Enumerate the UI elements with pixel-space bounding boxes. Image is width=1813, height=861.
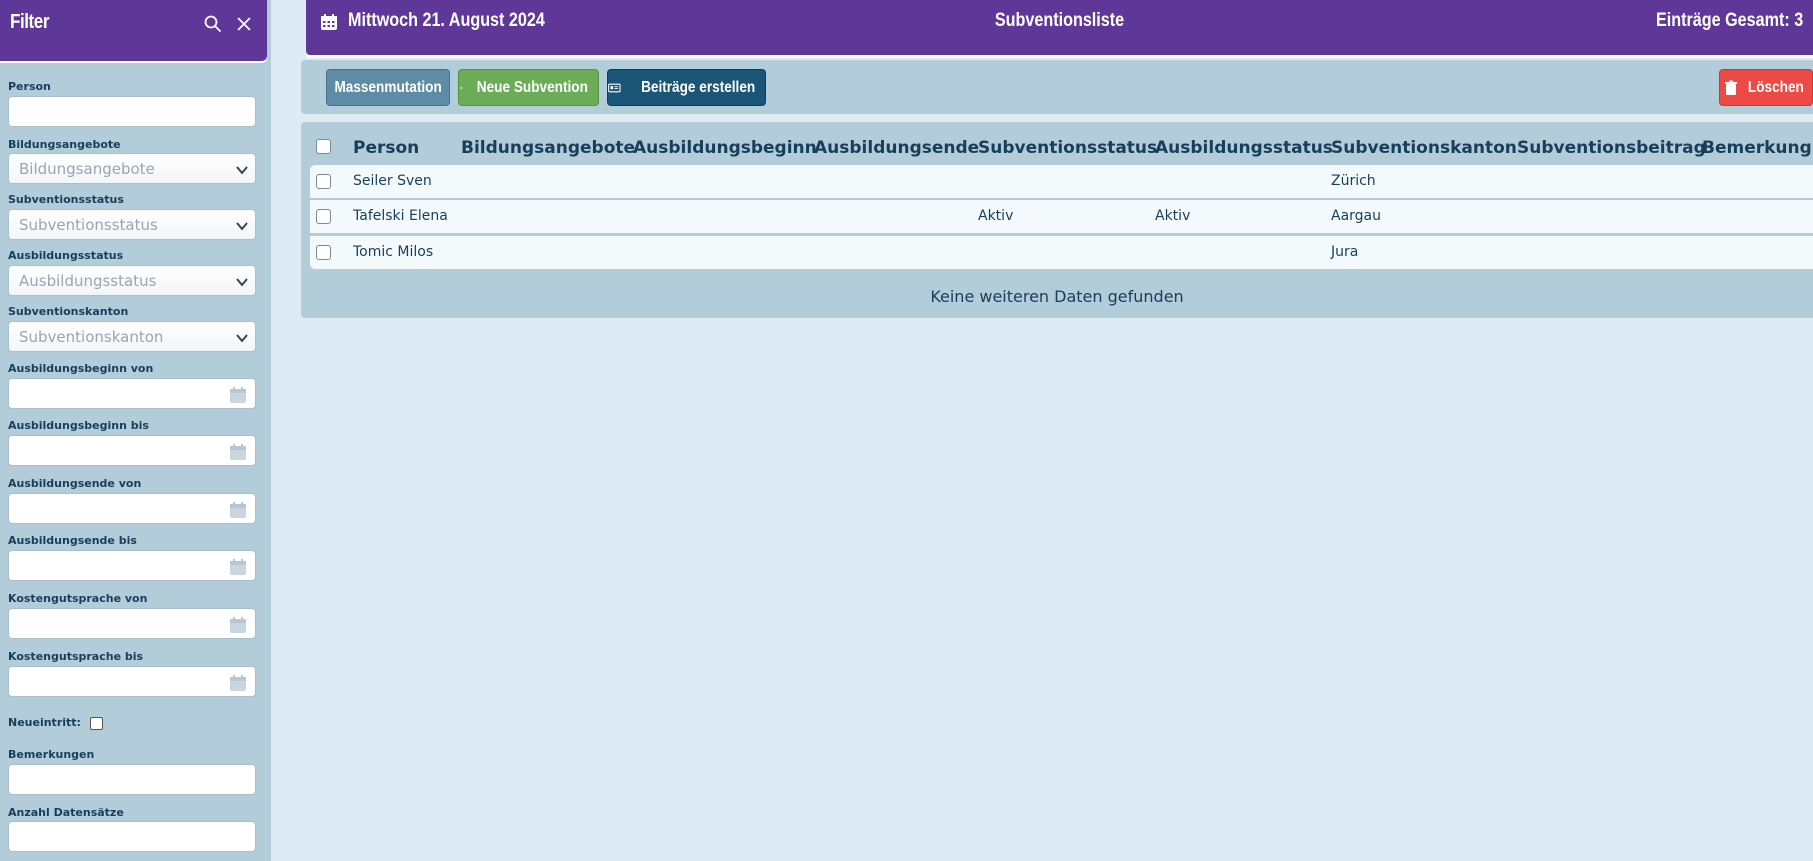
ausbildungsstatus-select[interactable]: Ausbildungsstatus [8,265,256,296]
cell-subventionskanton: Jura [1331,244,1359,260]
calendar-icon[interactable] [228,442,248,462]
cell-subventionskanton: Zürich [1331,173,1376,189]
bildungsangebote-select[interactable]: Bildungsangebote [8,153,256,184]
kostengutsprache-von-label: Kostengutsprache von [8,592,148,605]
calendar-icon[interactable] [228,615,248,635]
column-header-ausbildungsbeginn[interactable]: Ausbildungsbeginn [633,138,817,158]
kostengutsprache-bis-label: Kostengutsprache bis [8,650,144,663]
bemerkungen-input[interactable] [8,764,256,795]
page-header: Mittwoch 21. August 2024 Subventionslist… [306,0,1813,55]
no-more-data-message: Keine weiteren Daten gefunden [930,287,1184,306]
column-header-subventionsstatus[interactable]: Subventionsstatus [978,138,1157,158]
new-subvention-label: Neue Subvention [477,78,589,96]
row-checkbox[interactable] [316,174,331,189]
filter-header: Filter [0,0,267,61]
id-card-icon [608,83,621,92]
calendar-icon [321,14,337,30]
select-all-checkbox[interactable] [316,139,331,154]
entries-count: Einträge Gesamt: 3 [1655,10,1803,31]
ausbildungsstatus-placeholder: Ausbildungsstatus [19,272,157,290]
ausbildungsende-von-input[interactable] [8,493,256,524]
calendar-icon[interactable] [228,500,248,520]
delete-button[interactable]: Löschen [1719,69,1813,106]
row-checkbox[interactable] [316,245,331,260]
bemerkungen-label: Bemerkungen [8,748,95,761]
close-icon[interactable] [234,14,254,34]
subventionsstatus-label: Subventionsstatus [8,193,124,206]
subventionskanton-placeholder: Subventionskanton [19,328,164,346]
person-input[interactable] [8,96,256,127]
ausbildungsende-bis-input[interactable] [8,550,256,581]
calendar-icon[interactable] [228,557,248,577]
plus-icon [459,85,463,90]
trash-icon [1725,80,1738,95]
column-header-ausbildungsstatus[interactable]: Ausbildungsstatus [1155,138,1333,158]
search-icon[interactable] [203,14,223,34]
action-toolbar: Massenmutation Neue Subvention Beiträge … [301,60,1813,114]
chevron-down-icon [236,166,248,175]
column-header-bemerkung[interactable]: Bemerkung [1702,138,1812,158]
chevron-down-icon [236,334,248,343]
anzahl-datensaetze-input[interactable] [8,821,256,852]
neueintritt-checkbox[interactable] [90,717,103,730]
bildungsangebote-label: Bildungsangebote [8,138,121,151]
ausbildungsbeginn-bis-label: Ausbildungsbeginn bis [8,419,149,432]
subventionskanton-select[interactable]: Subventionskanton [8,321,256,352]
anzahl-datensaetze-label: Anzahl Datensätze [8,806,124,819]
subventionskanton-label: Subventionskanton [8,305,129,318]
beitraege-erstellen-button[interactable]: Beiträge erstellen [607,69,766,106]
subvention-table: Person Bildungsangebote Ausbildungsbegin… [301,122,1813,318]
filter-sidebar: Filter Person Bildungsangebote Bildungsa… [0,0,271,861]
subventionsstatus-placeholder: Subventionsstatus [19,216,158,234]
cell-person: Tafelski Elena [353,208,448,224]
column-header-subventionskanton[interactable]: Subventionskanton [1331,138,1517,158]
chevron-down-icon [236,278,248,287]
ausbildungsstatus-label: Ausbildungsstatus [8,249,124,262]
calendar-icon[interactable] [228,673,248,693]
calendar-icon[interactable] [228,385,248,405]
person-label: Person [8,80,51,93]
column-header-person[interactable]: Person [353,138,419,158]
cell-subventionskanton: Aargau [1331,208,1382,224]
column-header-bildungsangebote[interactable]: Bildungsangebote [461,138,635,158]
table-row[interactable]: Seiler Sven Zürich [310,165,1813,198]
page-title: Subventionsliste [994,10,1125,31]
delete-label: Löschen [1748,78,1804,96]
new-subvention-button[interactable]: Neue Subvention [458,69,599,106]
kostengutsprache-bis-input[interactable] [8,666,256,697]
massenmutation-label: Massenmutation [334,78,442,96]
column-header-ausbildungsende[interactable]: Ausbildungsende [814,138,979,158]
beitraege-erstellen-label: Beiträge erstellen [640,78,755,96]
cell-person: Tomic Milos [353,244,434,260]
filter-title: Filter [10,11,50,33]
ausbildungsbeginn-von-input[interactable] [8,378,256,409]
neueintritt-label: Neueintritt: [8,716,81,729]
ausbildungsende-von-label: Ausbildungsende von [8,477,142,490]
ausbildungsbeginn-bis-input[interactable] [8,435,256,466]
table-row[interactable]: Tomic Milos Jura [310,236,1813,269]
kostengutsprache-von-input[interactable] [8,608,256,639]
cell-ausbildungsstatus: Aktiv [1155,208,1191,224]
chevron-down-icon [236,222,248,231]
bildungsangebote-placeholder: Bildungsangebote [19,160,155,178]
ausbildungsende-bis-label: Ausbildungsende bis [8,534,137,547]
subventionsstatus-select[interactable]: Subventionsstatus [8,209,256,240]
row-checkbox[interactable] [316,209,331,224]
table-row[interactable]: Tafelski Elena Aktiv Aktiv Aargau [310,200,1813,233]
column-header-subventionsbeitrag[interactable]: Subventionsbeitrag [1517,138,1706,158]
massenmutation-button[interactable]: Massenmutation [326,69,450,106]
cell-person: Seiler Sven [353,173,432,189]
ausbildungsbeginn-von-label: Ausbildungsbeginn von [8,362,154,375]
cell-subventionsstatus: Aktiv [978,208,1014,224]
